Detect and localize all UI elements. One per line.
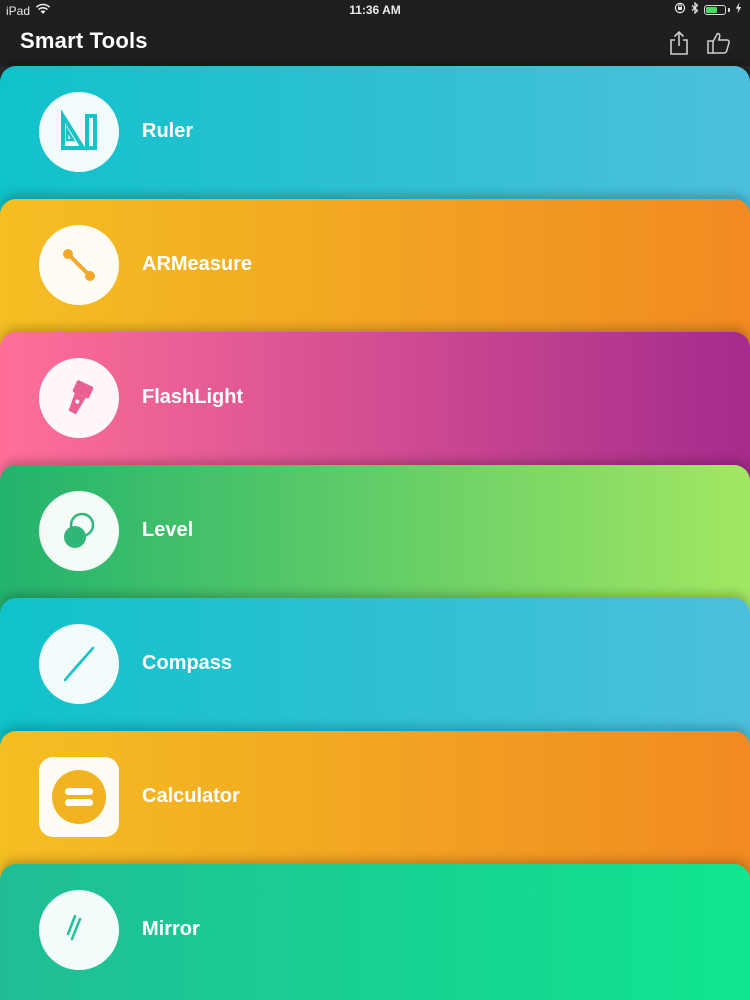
tool-card-level[interactable]: Level	[0, 465, 750, 615]
tool-label: FlashLight	[142, 386, 244, 408]
tool-label: Mirror	[142, 918, 200, 940]
tool-list: Ruler ARMeasure FlashLight Level Compass…	[0, 66, 750, 1000]
measure-icon	[63, 249, 95, 281]
flashlight-icon	[68, 380, 94, 415]
battery-icon	[704, 4, 726, 15]
share-icon	[670, 30, 688, 55]
measure-icon-badge	[39, 225, 119, 305]
tool-label: ARMeasure	[142, 253, 253, 275]
navigation-bar: Smart Tools	[0, 20, 750, 66]
orientation-lock-icon	[674, 2, 686, 17]
like-button[interactable]	[704, 28, 734, 58]
status-right	[674, 1, 742, 17]
status-bar: iPad 11:36 AM	[0, 0, 750, 20]
ruler-icon-badge	[39, 92, 119, 172]
tool-label: Ruler	[142, 120, 194, 142]
calculator-icon-badge	[39, 757, 119, 837]
flashlight-icon-badge	[39, 358, 119, 438]
ruler-icon	[61, 110, 97, 150]
app-screen: iPad 11:36 AM Smart Tools Ruler ARMeasur…	[0, 0, 750, 1000]
compass-icon	[63, 646, 95, 682]
tool-card-flashlight[interactable]: FlashLight	[0, 332, 750, 482]
tool-label: Calculator	[142, 785, 240, 807]
battery-level	[706, 6, 717, 13]
share-button[interactable]	[664, 28, 694, 58]
battery-tip	[728, 7, 730, 12]
tool-label: Level	[142, 519, 194, 541]
tool-label: Compass	[142, 652, 233, 674]
calculator-icon	[52, 770, 106, 824]
page-title: Smart Tools	[20, 28, 148, 53]
tool-card-compass[interactable]: Compass	[0, 598, 750, 748]
top-bar: iPad 11:36 AM Smart Tools	[0, 0, 750, 66]
tool-card-mirror[interactable]: Mirror	[0, 864, 750, 1000]
thumbs-up-icon	[707, 32, 730, 54]
charging-icon	[735, 2, 742, 17]
tool-card-armeasure[interactable]: ARMeasure	[0, 199, 750, 349]
mirror-icon-badge	[39, 890, 119, 970]
tool-card-ruler[interactable]: Ruler	[0, 66, 750, 216]
compass-icon-badge	[39, 624, 119, 704]
status-time: 11:36 AM	[349, 3, 401, 17]
level-icon-badge	[39, 491, 119, 571]
bluetooth-icon	[691, 1, 699, 17]
level-icon	[64, 512, 95, 548]
mirror-icon	[66, 914, 82, 941]
tool-card-calculator[interactable]: Calculator	[0, 731, 750, 881]
